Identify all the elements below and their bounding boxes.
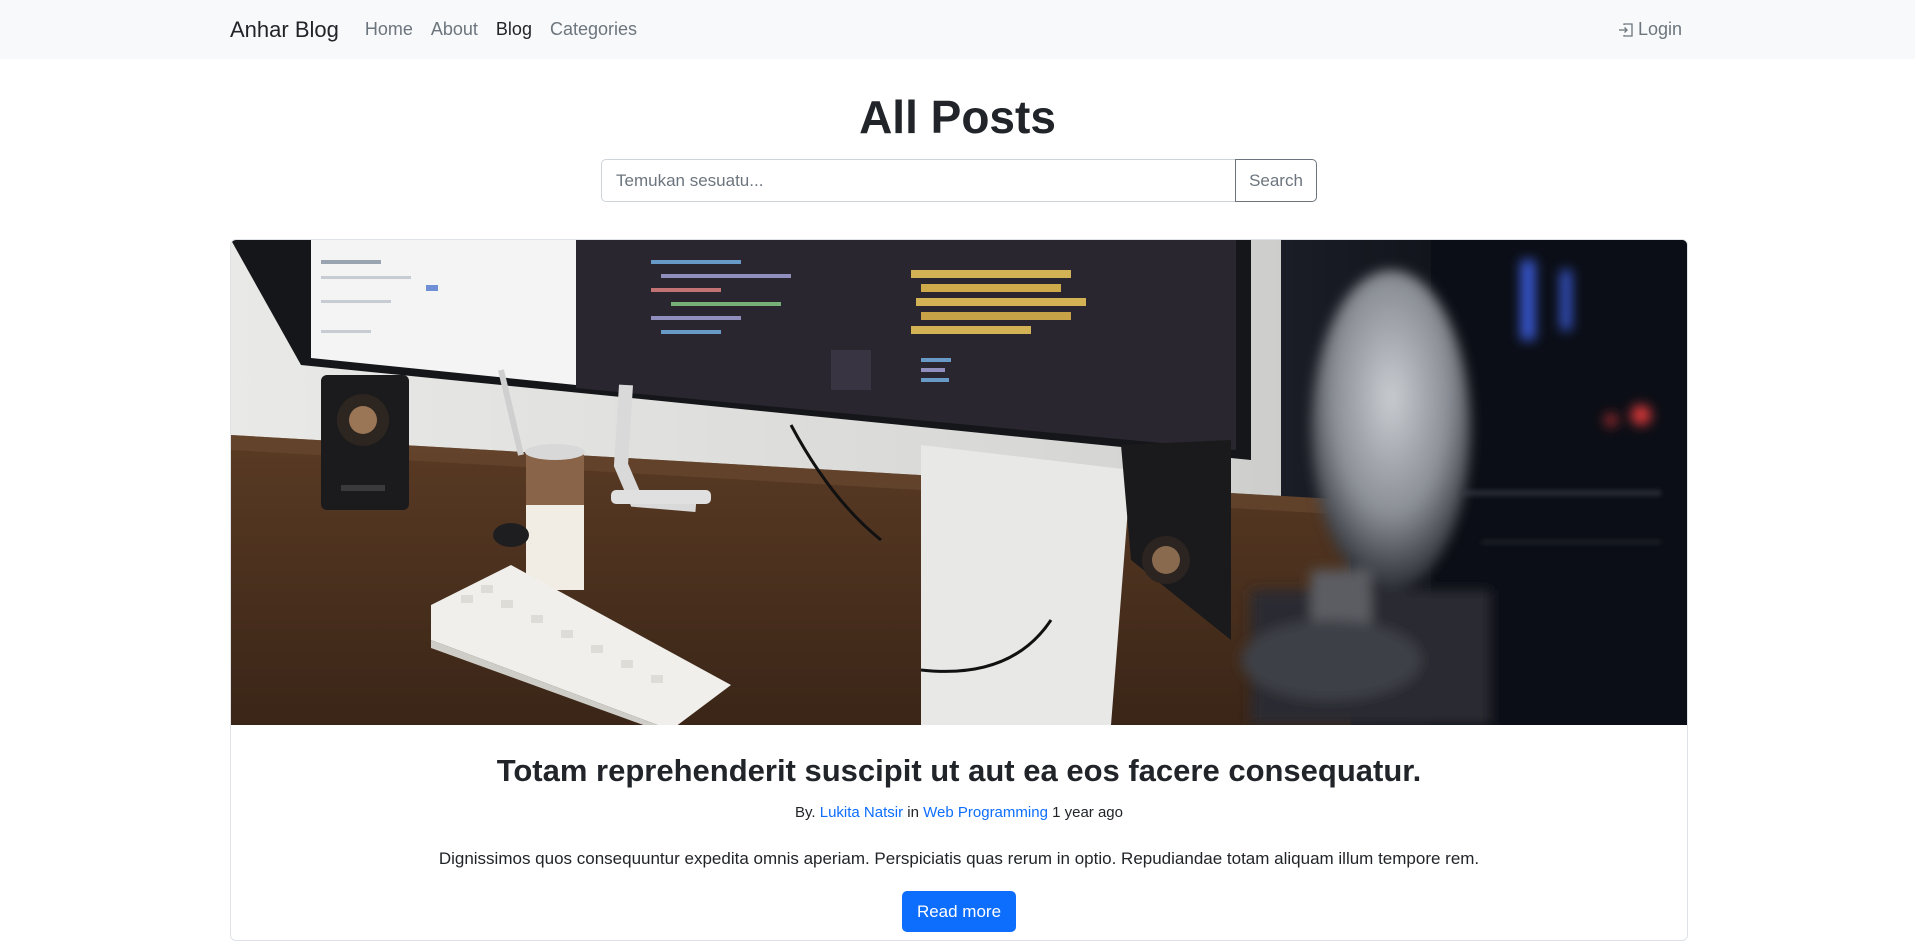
login-link[interactable]: Login [1618, 19, 1686, 40]
page-title: All Posts [859, 91, 1056, 143]
nav-link-categories[interactable]: Categories [550, 19, 637, 40]
search-button[interactable]: Search [1235, 159, 1317, 202]
featured-post-card: Totam reprehenderit suscipit ut aut ea e… [230, 239, 1688, 941]
navbar-inner: Anhar Blog Home About Blog Categories Lo… [230, 0, 1686, 59]
brand-logo[interactable]: Anhar Blog [230, 17, 339, 43]
search-input[interactable] [601, 159, 1236, 202]
nav-link-home[interactable]: Home [365, 19, 413, 40]
desk-setup-photo [231, 240, 1687, 725]
nav-link-blog[interactable]: Blog [496, 19, 532, 40]
in-label: in [907, 804, 919, 821]
post-title[interactable]: Totam reprehenderit suscipit ut aut ea e… [231, 751, 1687, 791]
featured-post-body: Totam reprehenderit suscipit ut aut ea e… [231, 725, 1687, 932]
featured-post-image[interactable] [231, 240, 1687, 725]
search-form: Search [601, 159, 1317, 202]
login-label: Login [1637, 19, 1682, 39]
read-more-button[interactable]: Read more [901, 891, 1017, 932]
nav-link-about[interactable]: About [431, 19, 478, 40]
login-icon [1618, 22, 1633, 37]
post-meta: By. Lukita Natsir in Web Programming 1 y… [231, 803, 1687, 823]
navbar: Anhar Blog Home About Blog Categories Lo… [0, 0, 1915, 59]
post-excerpt: Dignissimos quos consequuntur expedita o… [438, 849, 1480, 868]
post-time: 1 year ago [1052, 804, 1123, 821]
by-label: By. [795, 804, 816, 821]
category-link[interactable]: Web Programming [923, 804, 1048, 821]
author-link[interactable]: Lukita Natsir [820, 804, 903, 821]
